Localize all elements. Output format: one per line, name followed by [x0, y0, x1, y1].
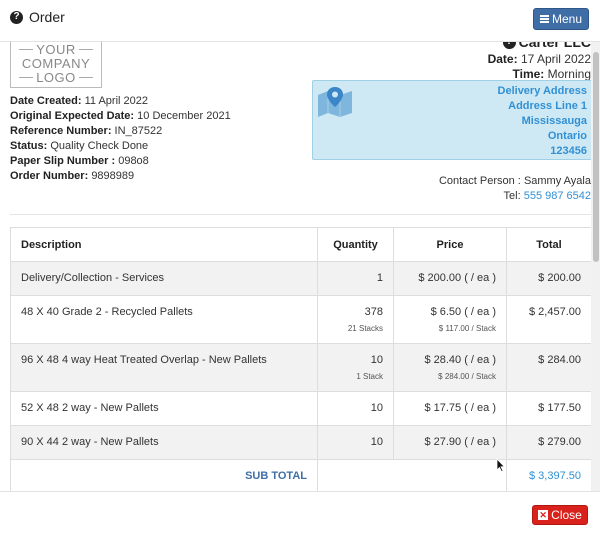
row-quantity-cell: 10 1 Stack: [317, 343, 394, 392]
delivery-address-title: Delivery Address: [497, 85, 587, 97]
subtotal-spacer: [317, 459, 507, 491]
time-value: Morning: [547, 67, 591, 81]
time-label: Time:: [512, 67, 545, 81]
modal-footer: ✕ Close: [0, 491, 600, 541]
status-label: Status:: [10, 140, 48, 152]
row-price: $ 17.75 ( / ea ): [393, 391, 507, 426]
section-divider: [10, 214, 592, 215]
row-quantity: 10: [317, 391, 394, 426]
date-label: Date:: [487, 52, 518, 66]
row-total: $ 279.00: [506, 425, 592, 460]
delivery-postal-code: 123456: [550, 145, 587, 157]
delivery-province: Ontario: [547, 130, 587, 142]
contact-info: Contact Person : Sammy Ayala Tel: 555 98…: [439, 174, 591, 204]
date-value: 17 April 2022: [520, 52, 591, 66]
row-description: Delivery/Collection - Services: [10, 261, 318, 296]
contact-person-value: Sammy Ayala: [523, 175, 591, 187]
status-value: Quality Check Done: [50, 140, 149, 152]
hamburger-icon: [539, 15, 549, 23]
original-expected-value: 10 December 2021: [137, 110, 231, 122]
contact-tel-label: Tel:: [503, 190, 521, 202]
info-circle-icon: ?: [502, 42, 516, 49]
order-number-label: Order Number:: [10, 170, 89, 182]
logo-text-line2: COMPANY: [21, 55, 91, 71]
table-row: 52 X 48 2 way - New Pallets 10 $ 17.75 (…: [10, 391, 592, 426]
reference-value: IN_87522: [114, 125, 163, 137]
row-total: $ 2,457.00: [506, 295, 592, 344]
subtotal-label: SUB TOTAL: [10, 459, 318, 491]
row-price-cell: $ 28.40 ( / ea ) $ 284.00 / Stack: [393, 343, 507, 392]
row-price-per-stack: $ 284.00 / Stack: [438, 372, 496, 381]
delivery-address-box: Delivery Address Address Line 1 Mississa…: [312, 80, 592, 160]
paper-slip-value: 098o8: [118, 155, 149, 167]
table-row: 90 X 44 2 way - New Pallets 10 $ 27.90 (…: [10, 425, 592, 460]
company-logo: YOUR COMPANY LOGO: [10, 42, 102, 88]
menu-button-label: Menu: [551, 12, 583, 26]
order-number-value: 9898989: [91, 170, 135, 182]
row-description: 90 X 44 2 way - New Pallets: [10, 425, 318, 460]
table-row: Delivery/Collection - Services 1 $ 200.0…: [10, 261, 592, 296]
row-price: $ 200.00 ( / ea ): [393, 261, 507, 296]
modal-body: YOUR COMPANY LOGO ? Carter LLC Date: 17 …: [0, 42, 600, 491]
header-quantity: Quantity: [317, 227, 394, 262]
row-price: $ 6.50 ( / ea ): [430, 306, 496, 318]
modal-title-text: Order: [29, 9, 65, 25]
row-total: $ 284.00: [506, 343, 592, 392]
row-quantity-stacks: 21 Stacks: [347, 324, 383, 333]
date-created-label: Date Created:: [10, 95, 82, 107]
close-button-label: Close: [551, 508, 582, 522]
scrollbar-track[interactable]: [591, 42, 600, 491]
date-created-value: 11 April 2022: [84, 95, 148, 107]
header-total: Total: [506, 227, 592, 262]
contact-tel-link[interactable]: 555 987 6542: [524, 190, 591, 202]
delivery-address-line1: Address Line 1: [508, 100, 587, 112]
header-price: Price: [393, 227, 507, 262]
original-expected-label: Original Expected Date:: [10, 110, 135, 122]
row-quantity-cell: 378 21 Stacks: [317, 295, 394, 344]
row-quantity-stacks: 1 Stack: [356, 372, 383, 381]
table-row: 48 X 40 Grade 2 - Recycled Pallets 378 2…: [10, 295, 592, 344]
header-description: Description: [10, 227, 318, 262]
map-pin-icon: [318, 87, 352, 117]
close-button[interactable]: ✕ Close: [532, 505, 588, 525]
contact-person-label: Contact Person :: [438, 175, 521, 187]
delivery-meta: Date: 17 April 2022 Time: Morning: [488, 52, 591, 82]
logo-text-line3: LOGO: [36, 69, 76, 85]
company-name: ? Carter LLC: [502, 42, 591, 50]
row-description: 52 X 48 2 way - New Pallets: [10, 391, 318, 426]
row-quantity: 1: [317, 261, 394, 296]
order-info: Date Created: 11 April 2022 Original Exp…: [10, 94, 231, 184]
row-price-per-stack: $ 117.00 / Stack: [438, 324, 496, 333]
modal-title: ? Order: [10, 9, 65, 25]
table-header-row: Description Quantity Price Total: [10, 227, 592, 262]
modal-header: ? Order Menu: [0, 0, 600, 42]
row-total: $ 200.00: [506, 261, 592, 296]
row-price: $ 27.90 ( / ea ): [393, 425, 507, 460]
question-circle-icon: ?: [10, 10, 23, 24]
subtotal-value: $ 3,397.50: [506, 459, 592, 491]
row-description: 48 X 40 Grade 2 - Recycled Pallets: [10, 295, 318, 344]
row-quantity: 10: [370, 354, 383, 366]
row-quantity: 378: [364, 306, 383, 318]
reference-label: Reference Number:: [10, 125, 112, 137]
row-price-cell: $ 6.50 ( / ea ) $ 117.00 / Stack: [393, 295, 507, 344]
company-name-text: Carter LLC: [518, 42, 591, 50]
row-total: $ 177.50: [506, 391, 592, 426]
close-icon: ✕: [538, 509, 549, 520]
paper-slip-label: Paper Slip Number :: [10, 155, 116, 167]
order-items-table: Description Quantity Price Total Deliver…: [10, 227, 592, 491]
menu-button[interactable]: Menu: [533, 8, 589, 30]
scrollbar-thumb[interactable]: [593, 52, 599, 262]
mouse-cursor-icon: [496, 458, 506, 472]
logo-text-line1: YOUR: [36, 42, 76, 57]
row-price: $ 28.40 ( / ea ): [424, 354, 496, 366]
table-row: 96 X 48 4 way Heat Treated Overlap - New…: [10, 343, 592, 392]
row-description: 96 X 48 4 way Heat Treated Overlap - New…: [10, 343, 318, 392]
delivery-city: Mississauga: [521, 115, 587, 127]
row-quantity: 10: [317, 425, 394, 460]
